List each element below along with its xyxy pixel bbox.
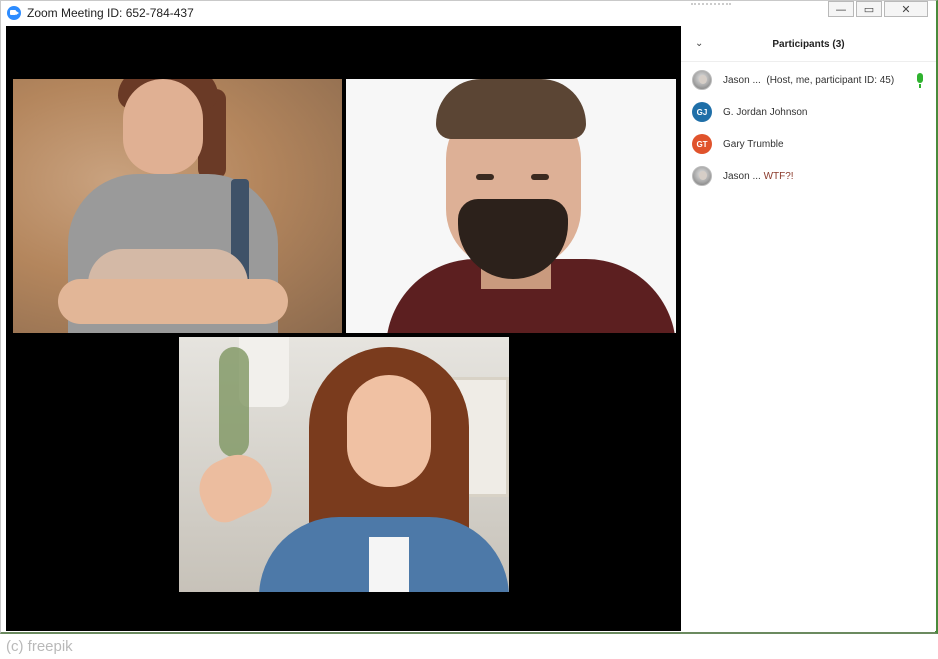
figure-raised-hand — [189, 445, 279, 529]
mic-on-icon[interactable] — [917, 73, 923, 88]
figure-face — [123, 79, 203, 174]
video-gallery — [6, 26, 681, 631]
figure-eye-right — [531, 174, 549, 180]
participants-list: Jason ... (Host, me, participant ID: 45)… — [681, 64, 936, 192]
participants-panel: ⌄ Participants (3) Jason ... (Host, me, … — [681, 26, 936, 631]
title-bar: Zoom Meeting ID: 652-784-437 — ▭ ✕ — [1, 1, 936, 26]
avatar-initials: GT — [692, 134, 712, 154]
video-tile-confused-woman[interactable] — [179, 337, 509, 592]
figure-shirt — [369, 537, 409, 592]
avatar-photo — [692, 166, 712, 186]
zoom-meeting-window: Zoom Meeting ID: 652-784-437 — ▭ ✕ ⌄ Par… — [0, 0, 938, 634]
participant-name: G. Jordan Johnson — [723, 106, 808, 118]
video-tile-woman-breastfeeding[interactable] — [13, 79, 342, 333]
participants-title: Participants (3) — [772, 39, 845, 50]
participant-row[interactable]: Jason ... (Host, me, participant ID: 45) — [681, 64, 936, 96]
title-drag-dots — [691, 3, 731, 7]
participant-name: Jason ... WTF?! — [723, 170, 794, 182]
participants-header: ⌄ Participants (3) — [681, 26, 936, 62]
video-tile-bearded-man[interactable] — [346, 79, 676, 333]
participant-name: Gary Trumble — [723, 138, 784, 150]
close-button[interactable]: ✕ — [884, 1, 928, 17]
participant-row[interactable]: GT Gary Trumble — [681, 128, 936, 160]
figure-face — [347, 375, 431, 487]
window-title: Zoom Meeting ID: 652-784-437 — [27, 6, 194, 20]
figure-arm — [58, 279, 288, 324]
avatar-initials: GJ — [692, 102, 712, 122]
participant-name: Jason ... (Host, me, participant ID: 45) — [723, 74, 895, 86]
window-controls: — ▭ ✕ — [828, 1, 928, 19]
minimize-button[interactable]: — — [828, 1, 854, 17]
figure-eye-left — [476, 174, 494, 180]
avatar-photo — [692, 70, 712, 90]
participant-row[interactable]: GJ G. Jordan Johnson — [681, 96, 936, 128]
restore-button[interactable]: ▭ — [856, 1, 882, 17]
watermark: (c) freepik — [6, 638, 73, 655]
zoom-logo-icon — [7, 6, 21, 20]
participant-row[interactable]: Jason ... WTF?! — [681, 160, 936, 192]
participant-comment: WTF?! — [763, 170, 794, 182]
figure-hair — [436, 79, 586, 139]
background-plant — [219, 347, 249, 457]
